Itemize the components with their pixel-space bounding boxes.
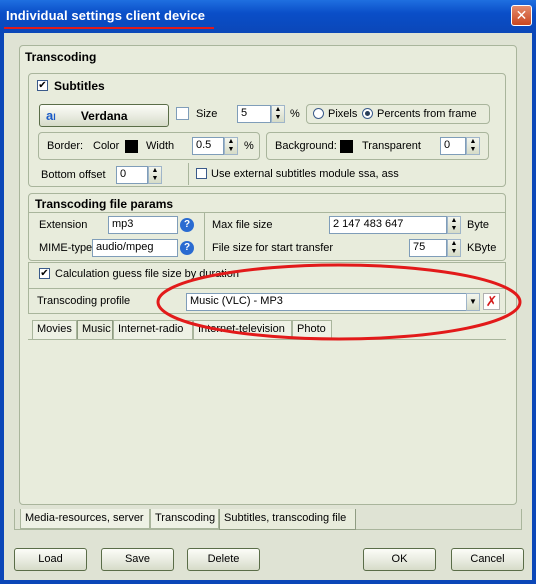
file-params-vdivider [204,213,205,260]
transparent-input[interactable]: 0 [440,137,466,155]
mime-input[interactable]: audio/mpeg [92,239,178,257]
start-transfer-label: File size for start transfer [212,242,334,254]
bottom-tab-subtitles-transcoding-file[interactable]: Subtitles, transcoding file [219,509,356,530]
file-params-divider [29,212,505,213]
bottom-tab-transcoding[interactable]: Transcoding [150,509,219,529]
start-transfer-stepper[interactable]: ▲ ▼ [447,239,461,257]
transparent-label: Transparent [362,140,421,152]
size-unit: % [290,108,300,120]
background-label: Background: [275,140,337,152]
transcoding-heading: Transcoding [25,50,97,64]
start-transfer-input[interactable]: 75 [409,239,447,257]
extension-label: Extension [39,219,88,231]
mime-label: MIME-type [39,242,93,254]
annotation-ellipse [156,263,522,341]
extension-help-icon[interactable]: ? [180,218,194,232]
bottom-offset-label: Bottom offset [41,169,106,181]
border-label: Border: [47,140,84,152]
divider [188,163,189,185]
max-size-input[interactable]: 2 147 483 647 [329,216,447,234]
media-tab-movies[interactable]: Movies [32,320,77,339]
max-size-label: Max file size [212,219,273,231]
size-input[interactable]: 5 [237,105,271,123]
border-color-swatch[interactable] [125,140,138,153]
percent-frame-radio[interactable] [362,108,373,119]
size-stepper[interactable]: ▲ ▼ [271,105,285,123]
window-title: Individual settings client device [6,8,206,23]
pixels-radio[interactable] [313,108,324,119]
subtitles-heading: Subtitles [54,79,105,93]
save-button[interactable]: Save [101,548,174,571]
cancel-button[interactable]: Cancel [451,548,524,571]
transparent-stepper[interactable]: ▲ ▼ [466,137,480,155]
file-params-heading: Transcoding file params [35,197,174,211]
close-button[interactable]: ✕ [511,5,532,26]
border-width-unit: % [244,140,254,152]
pixels-label: Pixels [328,108,358,120]
max-size-stepper[interactable]: ▲ ▼ [447,216,461,234]
delete-button[interactable]: Delete [187,548,260,571]
mime-help-icon[interactable]: ? [180,241,194,255]
profile-label: Transcoding profile [37,295,131,307]
size-label: Size [196,108,218,120]
bottom-offset-input[interactable]: 0 [116,166,148,184]
subtitles-checkbox[interactable]: ✔ [37,80,48,91]
ok-button[interactable]: OK [363,548,436,571]
bottom-offset-stepper[interactable]: ▲ ▼ [148,166,162,184]
max-size-unit: Byte [467,219,490,231]
title-annotation-underline [4,27,214,29]
border-color-label: Color [93,140,120,152]
external-subtitles-checkbox[interactable] [196,168,207,179]
border-width-input[interactable]: 0.5 [192,137,224,155]
font-color-box[interactable] [176,107,189,120]
bottom-tab-media-resources[interactable]: Media-resources, server [20,509,150,529]
font-button[interactable]: al Verdana [39,104,169,127]
extension-input[interactable]: mp3 [108,216,178,234]
calc-guess-checkbox[interactable]: ✔ [39,268,50,279]
border-width-label: Width [146,140,175,152]
external-subtitles-label: Use external subtitles module ssa, ass [211,168,399,180]
start-transfer-unit: KByte [467,242,497,254]
font-name: Verdana [80,109,128,123]
font-icon-subscript: l [53,112,56,122]
load-button[interactable]: Load [14,548,87,571]
media-tab-music[interactable]: Music [77,320,113,339]
border-width-stepper[interactable]: ▲ ▼ [224,137,238,155]
background-color-swatch[interactable] [340,140,353,153]
percent-frame-label: Percents from frame [377,108,477,120]
